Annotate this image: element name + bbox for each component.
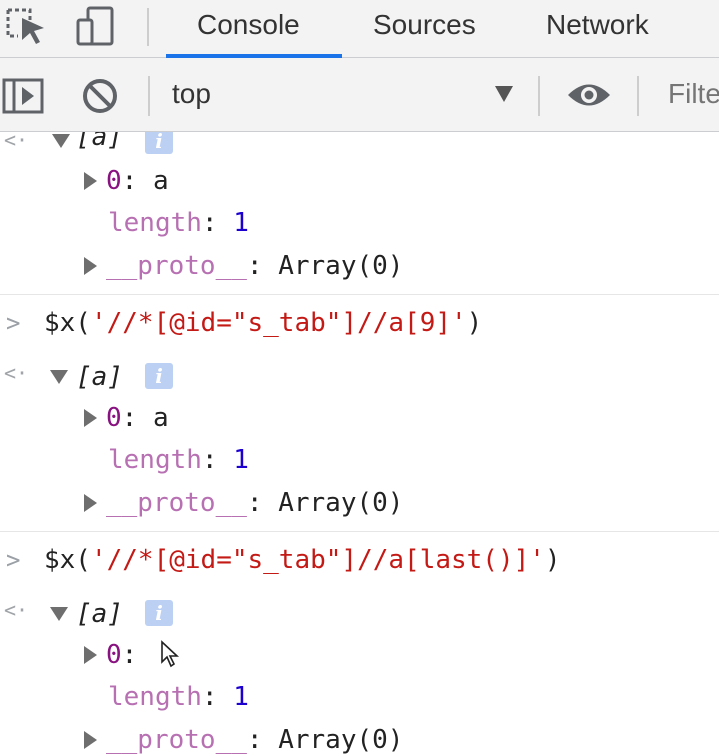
result-arrow-icon: <· — [4, 361, 29, 385]
expand-triangle-icon[interactable] — [84, 409, 97, 427]
inspect-element-icon[interactable] — [4, 6, 48, 46]
console-command[interactable]: $x('//*[@id="s_tab"]//a[last()]') — [44, 539, 561, 581]
expand-triangle-icon[interactable] — [50, 370, 68, 384]
array-label: [a] — [76, 362, 123, 392]
console-toolbar: top Filte — [0, 58, 719, 132]
prompt-chevron-icon: > — [6, 546, 21, 574]
array-length: length: 1 — [108, 682, 249, 712]
info-badge-icon[interactable]: i — [145, 132, 173, 154]
live-expression-eye-icon[interactable] — [566, 80, 612, 115]
mouse-cursor-icon — [160, 640, 180, 675]
console-output: <· [a] i 0: a length: 1 __proto__: Array… — [0, 132, 719, 756]
result-arrow-icon: <· — [4, 598, 29, 622]
console-divider — [0, 294, 719, 295]
array-length: length: 1 — [108, 208, 249, 238]
toolbar-separator — [148, 76, 150, 116]
context-selector[interactable]: top — [172, 78, 211, 110]
array-length: length: 1 — [108, 445, 249, 475]
console-divider — [0, 531, 719, 532]
expand-triangle-icon[interactable] — [52, 134, 70, 148]
expand-triangle-icon[interactable] — [84, 494, 97, 512]
expand-triangle-icon[interactable] — [84, 731, 97, 749]
array-proto: __proto__: Array(0) — [106, 725, 404, 755]
expand-triangle-icon[interactable] — [84, 172, 97, 190]
tab-sources[interactable]: Sources — [373, 0, 476, 57]
toolbar-separator — [538, 76, 540, 116]
devtools-tab-bar: Console Sources Network — [0, 0, 719, 58]
prompt-chevron-icon: > — [6, 309, 21, 337]
filter-input[interactable]: Filte — [668, 78, 719, 110]
clear-console-icon[interactable] — [80, 76, 120, 121]
expand-triangle-icon[interactable] — [84, 257, 97, 275]
device-toolbar-icon[interactable] — [74, 6, 118, 46]
array-item: 0: a — [106, 403, 169, 433]
array-item: 0: — [106, 640, 153, 670]
array-label: [a] — [76, 132, 123, 152]
info-badge-icon[interactable]: i — [145, 363, 173, 389]
tab-bar-separator — [147, 8, 149, 46]
info-badge-icon[interactable]: i — [145, 600, 173, 626]
context-dropdown-arrow-icon[interactable] — [495, 86, 513, 102]
array-label: [a] — [76, 599, 123, 629]
sidebar-toggle-icon[interactable] — [2, 78, 44, 119]
expand-triangle-icon[interactable] — [50, 607, 68, 621]
array-item: 0: a — [106, 166, 169, 196]
toolbar-separator — [637, 76, 639, 116]
console-command[interactable]: $x('//*[@id="s_tab"]//a[9]') — [44, 302, 482, 344]
tab-console[interactable]: Console — [197, 0, 300, 57]
expand-triangle-icon[interactable] — [84, 646, 97, 664]
array-proto: __proto__: Array(0) — [106, 251, 404, 281]
array-proto: __proto__: Array(0) — [106, 488, 404, 518]
result-arrow-icon: <· — [4, 132, 29, 152]
tab-network[interactable]: Network — [546, 0, 649, 57]
